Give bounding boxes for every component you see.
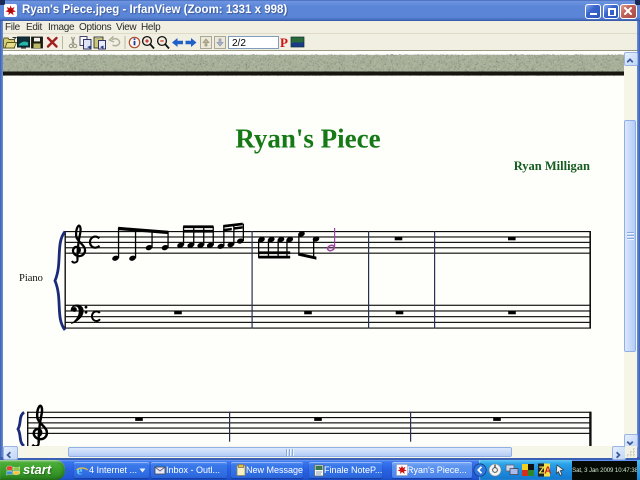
svg-text:Ryan Milligan: Ryan Milligan [514, 159, 590, 173]
svg-text:A: A [544, 466, 551, 477]
svg-text:Piano: Piano [19, 273, 43, 284]
svg-text:e: e [77, 463, 83, 478]
svg-text:Ryan's Piece: Ryan's Piece [235, 124, 380, 154]
svg-text:2/2: 2/2 [232, 38, 246, 49]
svg-text:P: P [280, 35, 288, 50]
